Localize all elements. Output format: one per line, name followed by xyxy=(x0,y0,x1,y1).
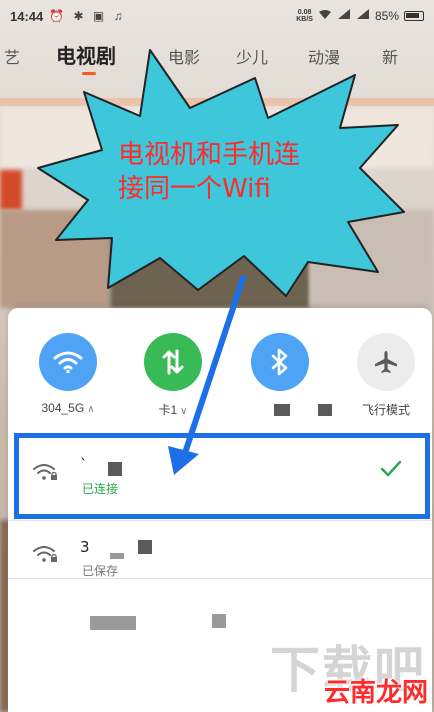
tab-variety[interactable]: 艺 xyxy=(4,44,20,68)
pixelated-redaction xyxy=(212,614,226,628)
blurred-content xyxy=(0,170,22,210)
mobile-data-label[interactable]: 卡1 ∨ xyxy=(133,401,213,418)
wifi-toggle[interactable] xyxy=(39,333,97,391)
battery-percent: 85% xyxy=(374,9,399,23)
pixelated-redaction xyxy=(318,404,332,416)
wifi-ssid: 3 xyxy=(80,538,90,556)
mobile-data-icon xyxy=(162,349,184,375)
tab-movies[interactable]: 电影 xyxy=(168,44,200,68)
blurred-content xyxy=(110,225,310,308)
banner-strip xyxy=(0,98,434,106)
mobile-data-tile[interactable]: 卡1 ∨ xyxy=(133,333,213,418)
wifi-icon xyxy=(53,351,83,374)
list-divider xyxy=(8,578,432,579)
mobile-data-toggle[interactable] xyxy=(144,333,202,391)
airplane-mode-tile[interactable]: 飞行模式 xyxy=(346,333,426,418)
cell-signal-icon-2 xyxy=(356,9,370,23)
tab-anime[interactable]: 动漫 xyxy=(308,44,340,68)
tab-kids[interactable]: 少儿 xyxy=(236,44,268,68)
blurred-content xyxy=(310,210,434,308)
wifi-network-row-saved[interactable]: 3 已保存 xyxy=(10,522,424,594)
list-divider xyxy=(8,520,432,521)
wifi-locked-icon xyxy=(32,544,58,568)
status-icons: ⏰ ✱ ▣ ♫ xyxy=(49,9,126,23)
category-tabs: 艺 电视剧 电影 少儿 动漫 新 xyxy=(0,36,434,80)
airplane-mode-toggle[interactable] xyxy=(357,333,415,391)
highlight-box xyxy=(14,433,430,519)
quick-settings-tiles: 304_5G ∧ 卡1 ∨ 飞行模式 xyxy=(8,333,432,423)
callout-line-2: 接同一个Wifi xyxy=(118,174,271,204)
battery-icon xyxy=(404,11,424,21)
network-speed: 0.08 KB/S xyxy=(296,9,313,23)
pixelated-redaction xyxy=(90,616,136,630)
pixelated-redaction xyxy=(138,540,152,554)
callout-text: 电视机和手机连 接同一个Wifi xyxy=(118,138,358,206)
bluetooth-toggle[interactable] xyxy=(251,333,309,391)
cell-signal-icon xyxy=(337,9,351,23)
airplane-icon xyxy=(375,351,397,373)
callout-line-1: 电视机和手机连 xyxy=(118,140,301,170)
status-right: 0.08 KB/S 85% xyxy=(296,9,424,23)
chevron-down-icon: ∨ xyxy=(180,406,188,417)
wifi-tile-label[interactable]: 304_5G ∧ xyxy=(28,401,108,415)
active-tab-indicator xyxy=(82,72,96,75)
tab-tv-series[interactable]: 电视剧 xyxy=(56,40,116,69)
wifi-tile[interactable]: 304_5G ∧ xyxy=(28,333,108,415)
wifi-signal-icon xyxy=(318,9,332,23)
brand-logo-text: 云南龙网 xyxy=(323,678,428,708)
bluetooth-tile[interactable] xyxy=(240,333,320,401)
blurred-content xyxy=(0,210,110,308)
status-time: 14:44 xyxy=(10,8,44,24)
wifi-status: 已保存 xyxy=(82,564,119,578)
pixelated-redaction xyxy=(274,404,290,416)
pixelated-redaction xyxy=(110,553,124,559)
chevron-up-icon: ∧ xyxy=(87,404,95,415)
tab-new[interactable]: 新 xyxy=(382,44,398,68)
airplane-mode-label: 飞行模式 xyxy=(361,403,410,417)
bluetooth-icon xyxy=(271,348,288,376)
status-bar: 14:44 ⏰ ✱ ▣ ♫ 0.08 KB/S 85% xyxy=(0,0,434,32)
